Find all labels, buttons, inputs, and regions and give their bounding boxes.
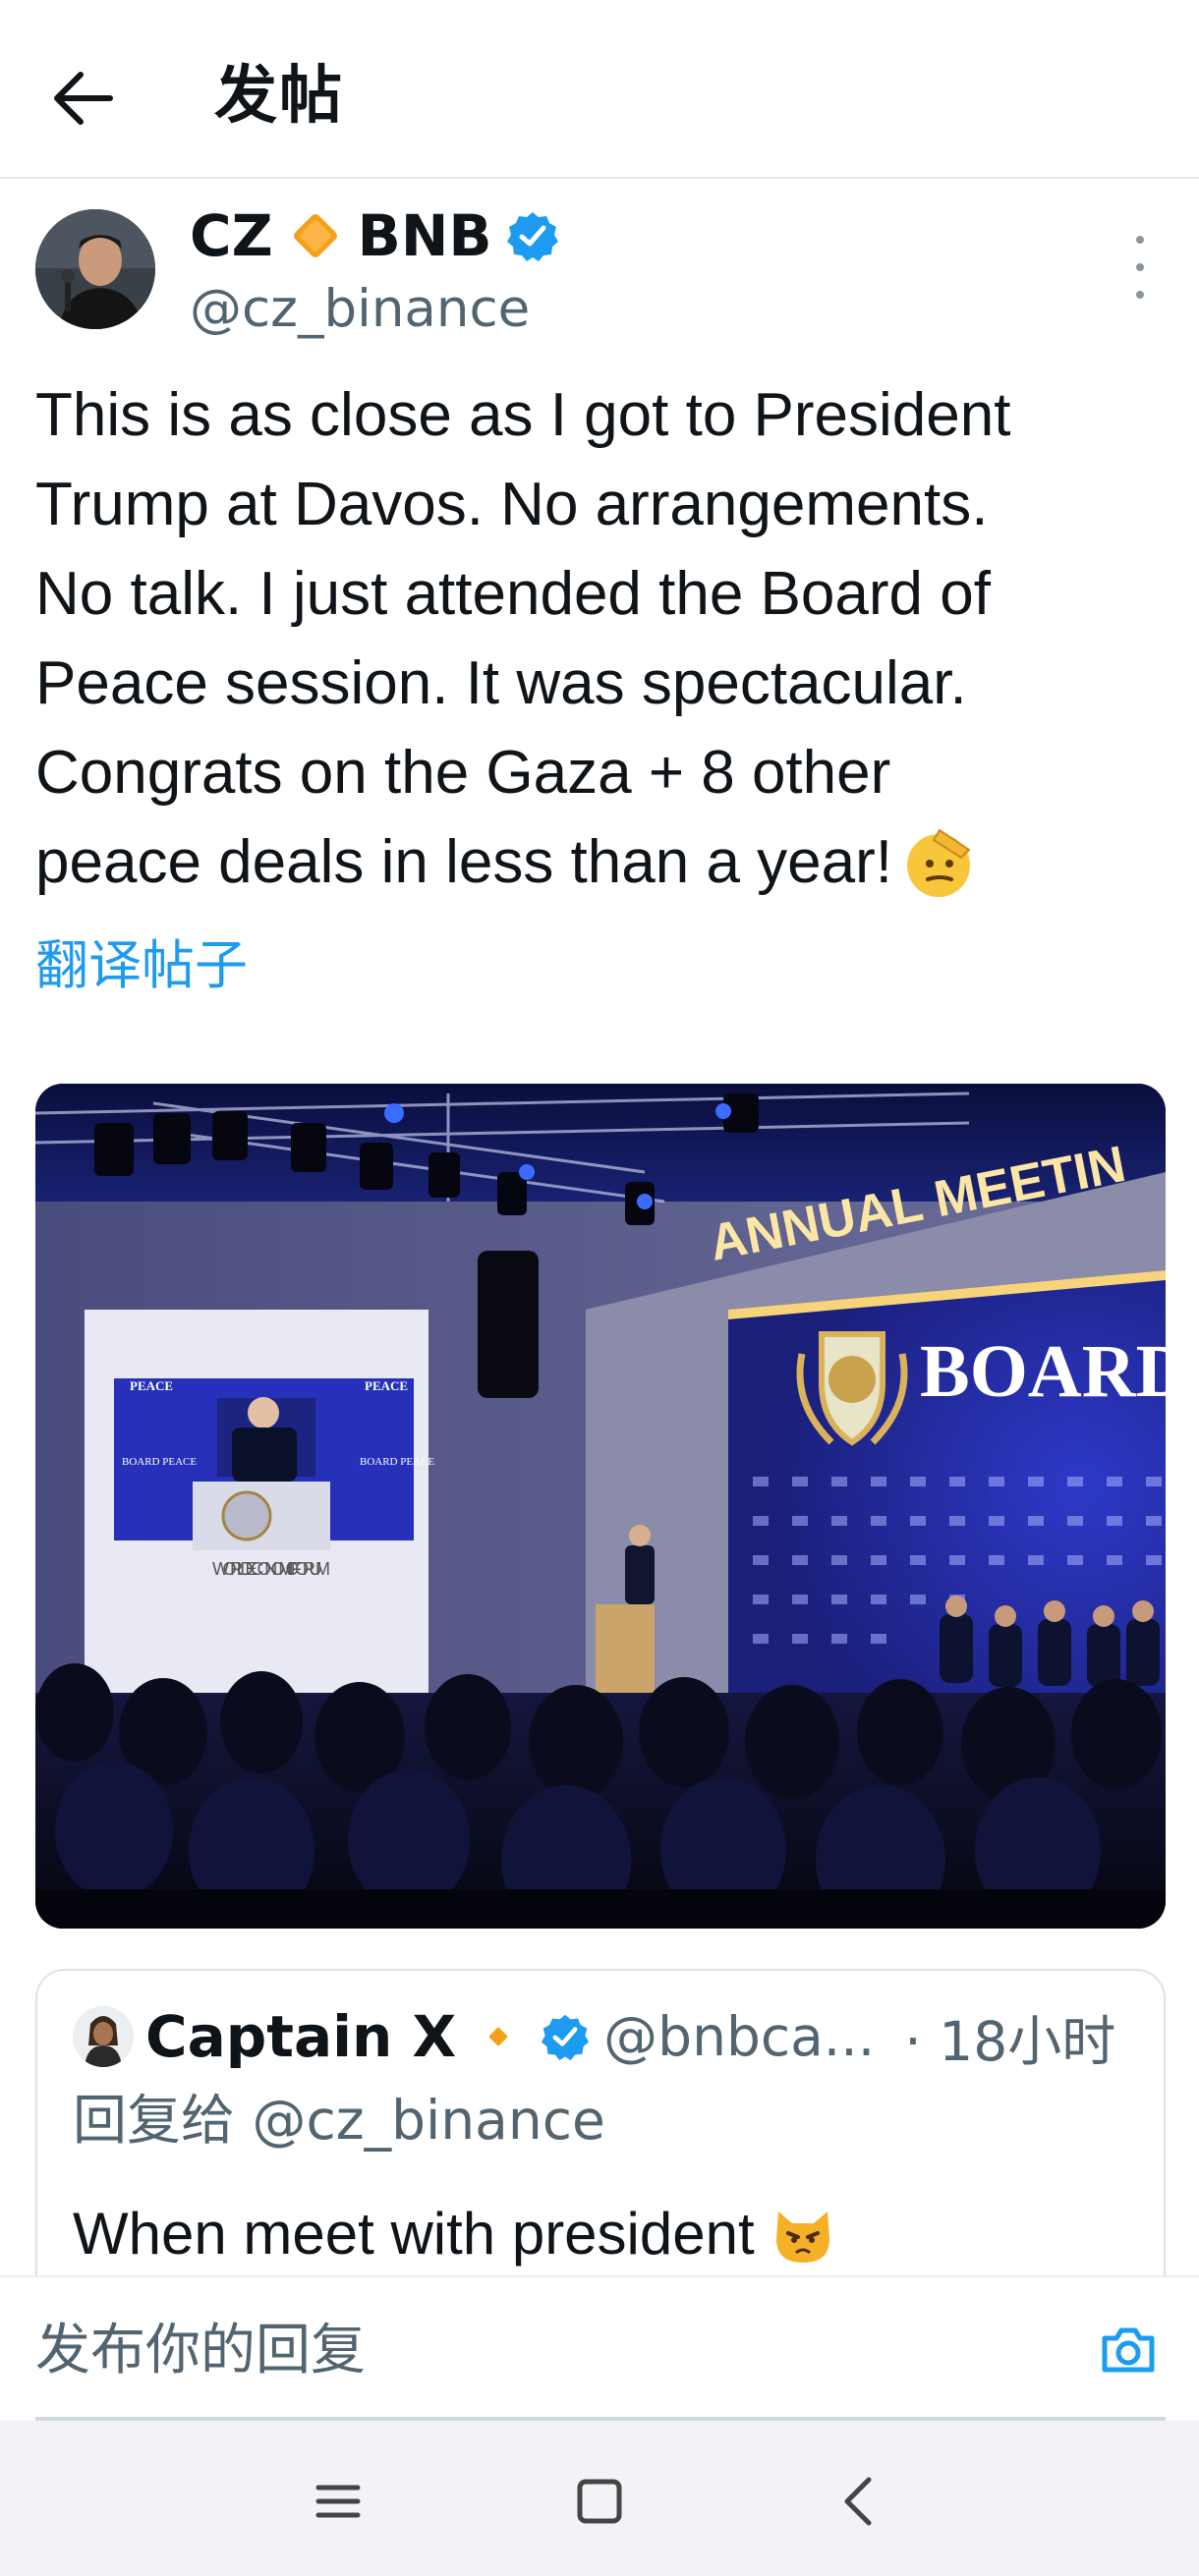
verified-badge-icon — [542, 2014, 590, 2061]
arrow-left-icon — [54, 72, 113, 125]
camera-icon — [1102, 2327, 1155, 2373]
more-dot-icon — [1136, 291, 1144, 299]
verified-badge-icon — [506, 212, 558, 261]
author-name-row[interactable]: CZ BNB — [190, 199, 559, 272]
system-navigation-bar — [0, 2421, 1199, 2576]
post-text-line: Peace session. It was spectacular. — [35, 649, 967, 717]
author-avatar-image — [35, 209, 155, 329]
post-text-line: peace deals in less than a year! — [35, 828, 892, 896]
camera-button[interactable] — [1097, 2319, 1160, 2381]
post-text: This is as close as I got to President T… — [35, 370, 1166, 907]
reply-avatar-image — [73, 2006, 134, 2067]
davos-hall-photo: ANNUAL MEETIN BOARD PEACE PEACE BOARD PE… — [35, 1084, 1166, 1929]
post-text-last-line: peace deals in less than a year! — [35, 817, 1166, 907]
reply-author-name[interactable]: Captain X — [145, 2003, 456, 2070]
post-text-line: No talk. I just attended the Board of — [35, 560, 991, 628]
author-name-prefix: CZ — [190, 202, 273, 269]
author-name-suffix: BNB — [357, 202, 492, 269]
reply-compose-bar: 发布你的回复 — [0, 2275, 1199, 2423]
orange-diamond-icon — [489, 2027, 508, 2046]
reply-input[interactable]: 发布你的回复 — [35, 2307, 366, 2395]
reply-text: When meet with president — [73, 2195, 837, 2273]
reply-header: Captain X @bnbca... · 18小时 — [145, 1992, 1148, 2081]
more-options-button[interactable] — [1118, 236, 1162, 299]
orange-diamond-icon — [293, 214, 337, 257]
post-text-line: Trump at Davos. No arrangements. — [35, 471, 989, 538]
board-screen-title: BOARD — [920, 1330, 1166, 1413]
post-detail-screen: 发帖 CZ BNB @cz_binance This is as close a… — [0, 0, 1199, 2576]
more-dot-icon — [1136, 263, 1144, 271]
replying-to-label[interactable]: 回复给 @cz_binance — [73, 2081, 605, 2159]
reply-author-handle[interactable]: @bnbca... — [603, 2005, 875, 2068]
home-button[interactable] — [560, 2462, 639, 2541]
system-back-button[interactable] — [822, 2462, 900, 2541]
post-photo[interactable]: ANNUAL MEETIN BOARD PEACE PEACE BOARD PE… — [35, 1084, 1166, 1929]
reply-text-content: When meet with president — [73, 2201, 755, 2267]
reply-avatar[interactable] — [73, 2006, 134, 2067]
menu-icon — [315, 2485, 361, 2518]
home-square-icon — [577, 2479, 622, 2524]
left-screen-label-right: PEACE — [365, 1378, 408, 1393]
top-app-bar: 发帖 — [0, 0, 1199, 179]
left-screen-side-label: BOARD PEACE — [122, 1456, 197, 1468]
saluting-face-emoji-icon — [907, 828, 971, 897]
left-screen-side-label-right: BOARD PEACE — [360, 1456, 434, 1468]
post-text-line: This is as close as I got to President — [35, 381, 1011, 449]
chevron-left-icon — [844, 2477, 872, 2526]
recent-apps-button[interactable] — [299, 2462, 377, 2541]
forum-podium-sign: WORLD ECONOMIC FORUM — [212, 1559, 330, 1579]
author-avatar[interactable] — [35, 209, 155, 329]
reply-timestamp: · 18小时 — [904, 2010, 1116, 2073]
more-dot-icon — [1136, 236, 1144, 244]
translate-post-link[interactable]: 翻译帖子 — [35, 926, 248, 1005]
post-text-line: Congrats on the Gaza + 8 other — [35, 739, 891, 807]
pouting-cat-emoji-icon — [775, 2212, 829, 2263]
left-screen-label: PEACE — [130, 1378, 173, 1393]
author-handle[interactable]: @cz_binance — [190, 275, 530, 344]
back-button[interactable] — [41, 55, 128, 141]
page-title: 发帖 — [214, 60, 344, 133]
